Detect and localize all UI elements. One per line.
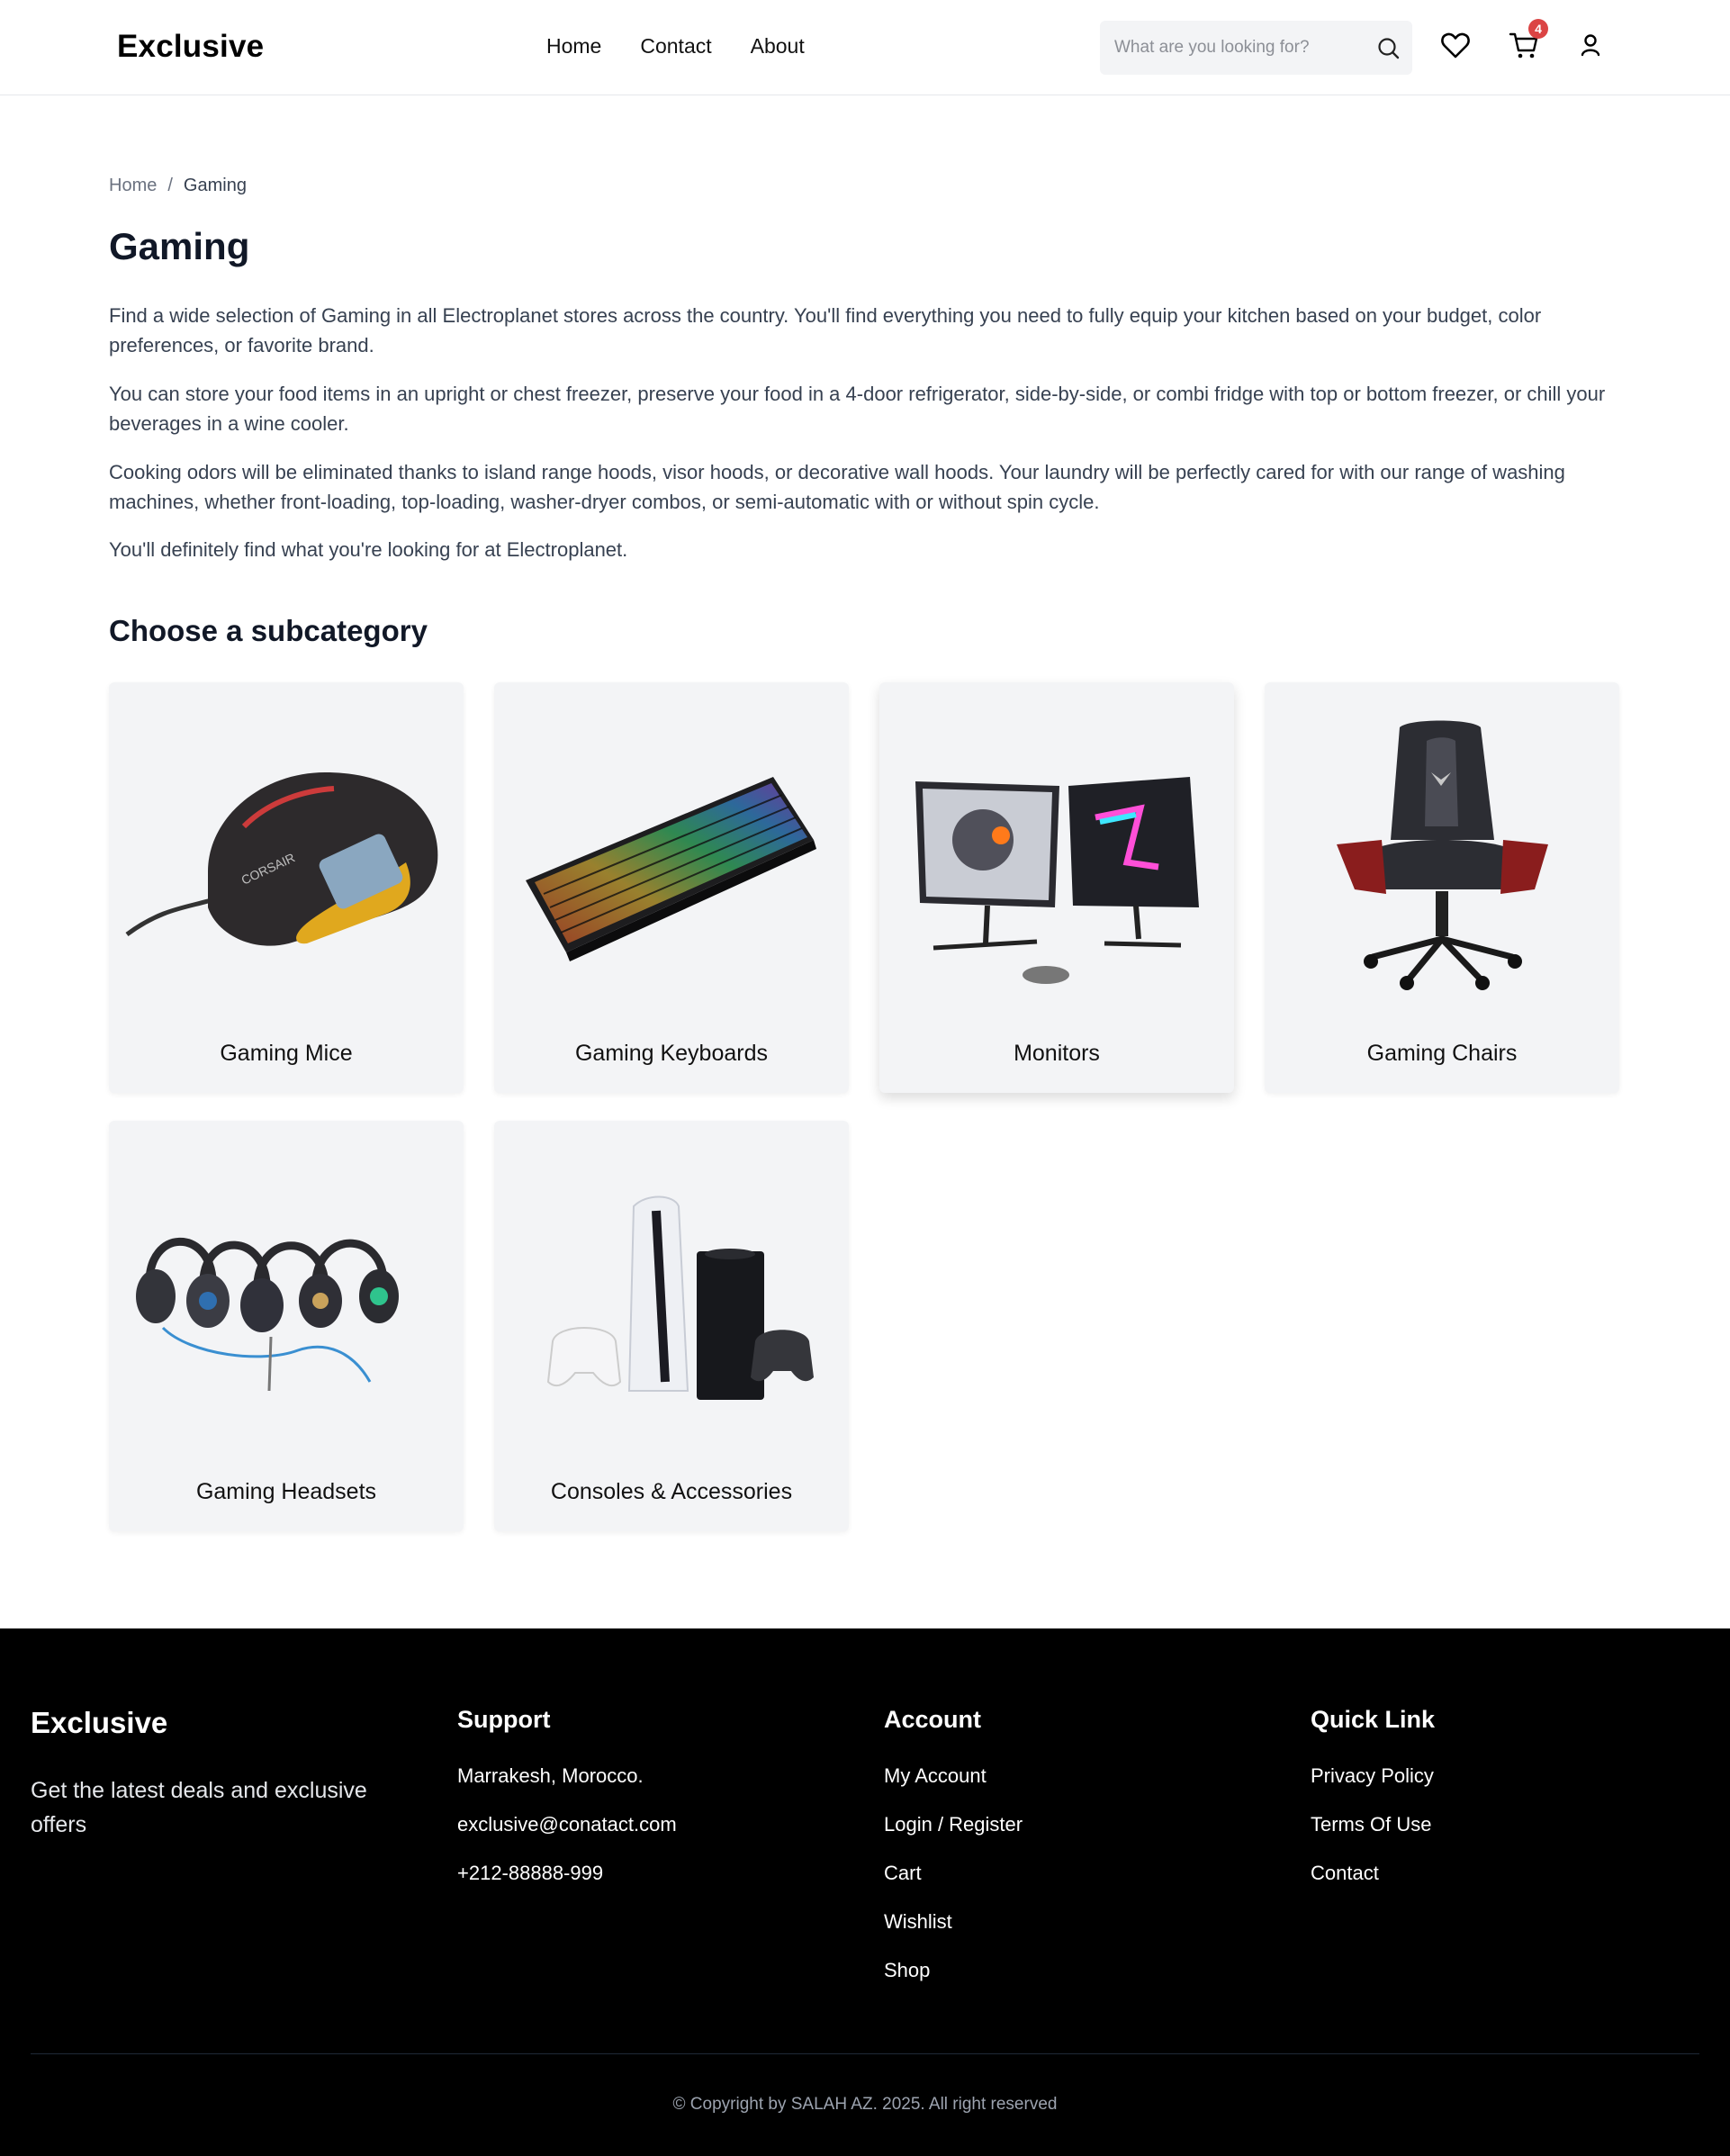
footer-phone[interactable]: +212-88888-999: [457, 1862, 677, 1910]
subcategory-card-gaming-mice[interactable]: CORSAIR Gaming Mice: [109, 682, 464, 1093]
subcategory-label: Gaming Mice: [220, 1041, 353, 1066]
footer-support-column: Support Marrakesh, Morocco. exclusive@co…: [457, 1706, 677, 1910]
user-account-icon[interactable]: [1574, 29, 1607, 61]
footer-column-title: Quick Link: [1311, 1706, 1436, 1733]
subcategory-label: Gaming Keyboards: [574, 1041, 768, 1066]
nav-contact[interactable]: Contact: [640, 34, 711, 59]
footer-link-shop[interactable]: Shop: [884, 1959, 1023, 2007]
gaming-mouse-image: CORSAIR: [125, 772, 438, 946]
subcategory-label: Gaming Chairs: [1366, 1041, 1518, 1066]
cart-count-badge: 4: [1528, 19, 1548, 39]
description-paragraph: Cooking odors will be eliminated thanks …: [109, 461, 1565, 513]
footer-email[interactable]: exclusive@conatact.com: [457, 1813, 677, 1862]
footer-link-contact[interactable]: Contact: [1311, 1862, 1435, 1910]
footer-link-privacy-policy[interactable]: Privacy Policy: [1311, 1764, 1435, 1813]
gaming-headsets-image: [136, 1237, 399, 1392]
subcategory-card-gaming-keyboards[interactable]: Gaming Keyboards: [494, 682, 849, 1093]
footer-tagline: Get the latest deals and exclusive offer…: [31, 1778, 367, 1837]
breadcrumb: Home / Gaming: [109, 176, 247, 196]
breadcrumb-current: Gaming: [183, 176, 247, 195]
subcategory-heading: Choose a subcategory: [109, 614, 428, 647]
breadcrumb-separator: /: [167, 176, 173, 195]
search-icon[interactable]: [1376, 36, 1401, 61]
subcategory-card-monitors[interactable]: Monitors: [879, 682, 1234, 1093]
site-footer: Exclusive Get the latest deals and exclu…: [0, 1628, 1730, 2156]
description-paragraph: You can store your food items in an upri…: [109, 383, 1606, 435]
footer-column-title: Account: [884, 1706, 981, 1733]
footer-link-login-register[interactable]: Login / Register: [884, 1813, 1023, 1862]
footer-link-my-account[interactable]: My Account: [884, 1764, 1023, 1813]
footer-quick-link-column: Quick Link Privacy Policy Terms Of Use C…: [1311, 1706, 1435, 1910]
footer-logo[interactable]: Exclusive: [31, 1706, 167, 1740]
search-box: [1100, 21, 1412, 75]
consoles-image: [546, 1195, 814, 1400]
description-paragraph: You'll definitely find what you're looki…: [109, 538, 628, 561]
gaming-chair-image: [1337, 720, 1548, 990]
footer-column-title: Support: [457, 1706, 551, 1733]
gaming-keyboard-image: [526, 777, 816, 961]
monitors-image: [915, 777, 1199, 984]
main-nav: Home Contact About: [546, 34, 805, 59]
footer-link-wishlist[interactable]: Wishlist: [884, 1910, 1023, 1959]
nav-about[interactable]: About: [751, 34, 805, 59]
description-paragraph: Find a wide selection of Gaming in all E…: [109, 304, 1542, 356]
nav-home[interactable]: Home: [546, 34, 601, 59]
page-title: Gaming: [109, 225, 250, 267]
wishlist-heart-icon[interactable]: [1439, 29, 1472, 61]
site-logo[interactable]: Exclusive: [117, 29, 264, 65]
footer-account-column: Account My Account Login / Register Cart…: [884, 1706, 1023, 2007]
subcategory-label: Monitors: [1014, 1041, 1100, 1066]
subcategory-label: Consoles & Accessories: [550, 1479, 793, 1504]
subcategory-label: Gaming Headsets: [195, 1479, 377, 1504]
footer-link-cart[interactable]: Cart: [884, 1862, 1023, 1910]
footer-copyright: © Copyright by SALAH AZ. 2025. All right…: [672, 2095, 1058, 2114]
subcategory-card-gaming-headsets[interactable]: Gaming Headsets: [109, 1121, 464, 1531]
footer-divider: [31, 2053, 1699, 2054]
subcategory-card-gaming-chairs[interactable]: Gaming Chairs: [1265, 682, 1619, 1093]
search-input[interactable]: [1114, 21, 1357, 75]
site-header: Exclusive Home Contact About 4: [0, 0, 1730, 95]
breadcrumb-home[interactable]: Home: [109, 176, 157, 196]
subcategory-card-consoles-accessories[interactable]: Consoles & Accessories: [494, 1121, 849, 1531]
footer-address: Marrakesh, Morocco.: [457, 1764, 644, 1787]
footer-link-terms-of-use[interactable]: Terms Of Use: [1311, 1813, 1435, 1862]
